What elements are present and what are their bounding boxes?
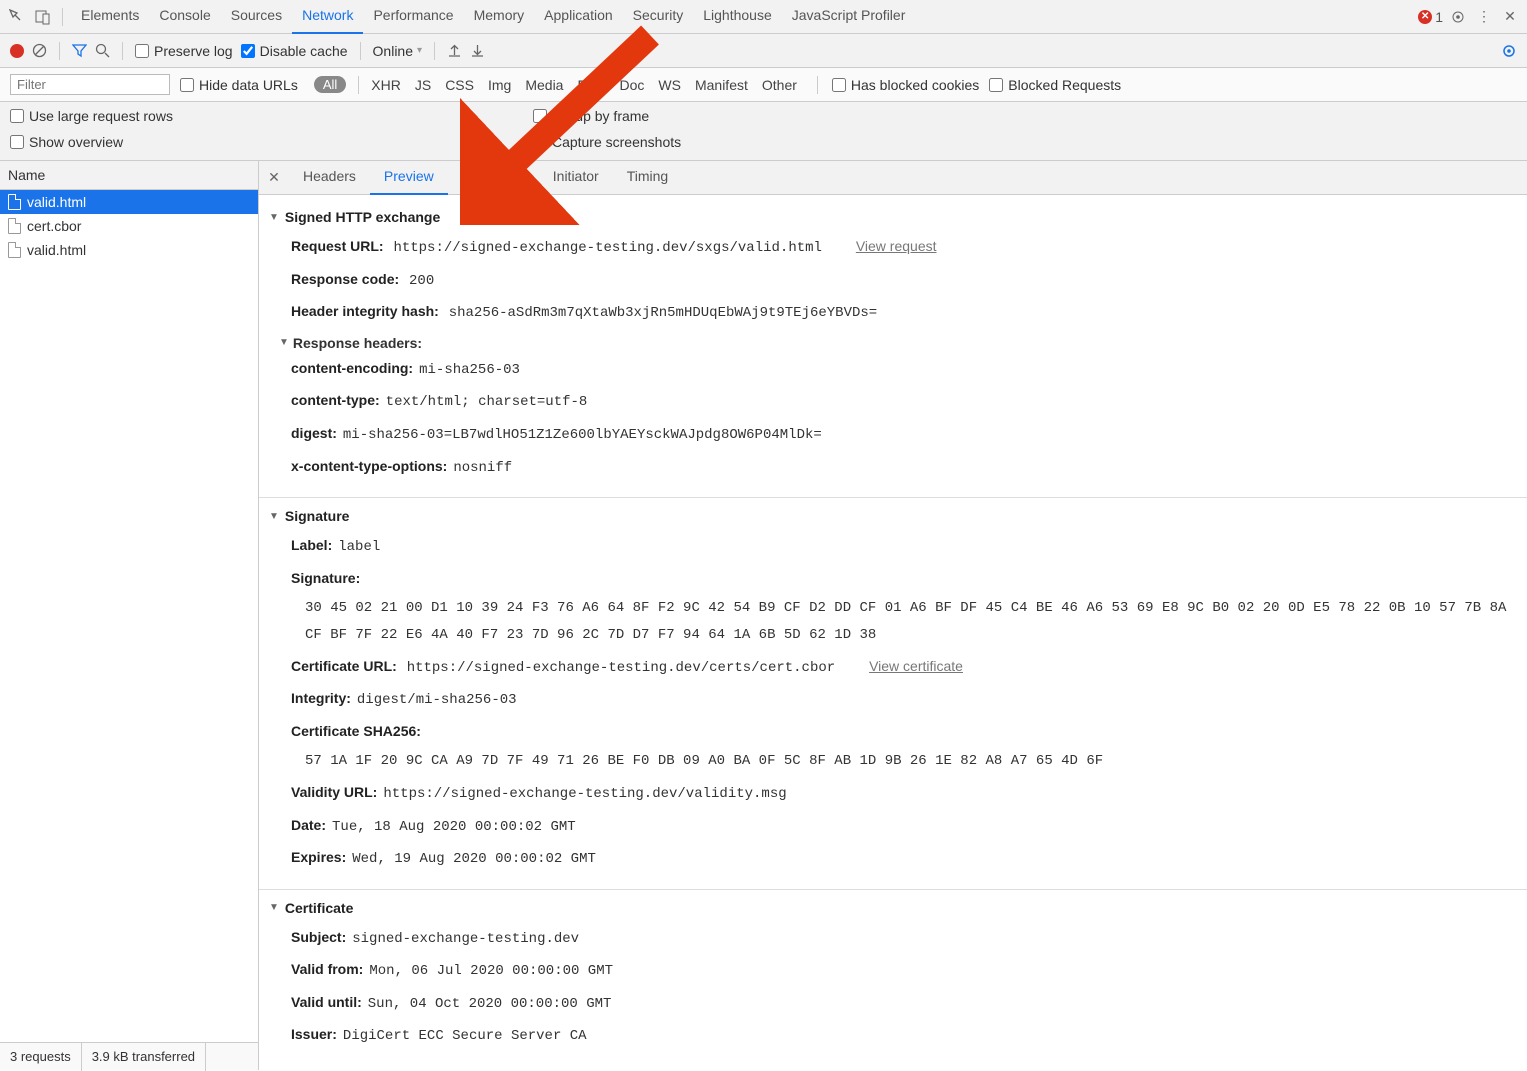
response-headers-title: Response headers: — [293, 335, 422, 351]
request-url-value: https://signed-exchange-testing.dev/sxgs… — [393, 240, 821, 256]
preserve-log-checkbox[interactable]: Preserve log — [135, 43, 233, 59]
filter-type-other[interactable]: Other — [762, 77, 797, 93]
filter-input[interactable] — [10, 74, 170, 95]
sxg-title: Signed HTTP exchange — [285, 209, 440, 225]
detail-tabs: ✕ HeadersPreviewResponseInitiatorTiming — [259, 161, 1527, 195]
device-toolbar-icon[interactable] — [32, 6, 54, 28]
filter-type-xhr[interactable]: XHR — [371, 77, 401, 93]
status-requests: 3 requests — [0, 1043, 82, 1071]
detail-tab-response[interactable]: Response — [448, 160, 539, 195]
request-row[interactable]: valid.html — [0, 238, 258, 262]
file-icon — [8, 218, 21, 234]
certificate-section: ▼ Certificate Subject:signed-exchange-te… — [259, 890, 1527, 1066]
tab-console[interactable]: Console — [149, 0, 220, 34]
response-code-value: 200 — [409, 273, 434, 289]
view-certificate-link[interactable]: View certificate — [869, 658, 963, 674]
file-icon — [8, 194, 21, 210]
import-har-icon[interactable] — [447, 43, 462, 58]
throttling-select[interactable]: Online — [373, 43, 423, 59]
header-integrity-label: Header integrity hash: — [291, 303, 439, 319]
request-url-label: Request URL: — [291, 238, 384, 254]
capture-screenshots-checkbox[interactable]: Capture screenshots — [533, 134, 681, 150]
detail-tab-initiator[interactable]: Initiator — [539, 160, 613, 195]
requests-sidebar: Name valid.html cert.cbor valid.html 3 req… — [0, 161, 259, 1070]
error-icon: ✕ — [1418, 10, 1432, 24]
detail-tab-timing[interactable]: Timing — [613, 160, 683, 195]
detail-pane: ✕ HeadersPreviewResponseInitiatorTiming … — [259, 161, 1527, 1070]
status-transferred: 3.9 kB transferred — [82, 1043, 206, 1071]
filter-bar: Hide data URLs All XHR JS CSS Img Media Font D… — [0, 68, 1527, 102]
learn-more-link[interactable]: Learn more — [470, 209, 542, 225]
filter-icon[interactable] — [72, 43, 87, 58]
record-icon[interactable] — [10, 44, 24, 58]
filter-type-img[interactable]: Img — [488, 77, 511, 93]
hide-data-urls-checkbox[interactable]: Hide data URLs — [180, 77, 298, 93]
request-name: valid.html — [27, 242, 86, 258]
response-code-label: Response code: — [291, 271, 399, 287]
request-name: valid.html — [27, 194, 86, 210]
filter-type-media[interactable]: Media — [525, 77, 563, 93]
tab-network[interactable]: Network — [292, 0, 363, 34]
request-name: cert.cbor — [27, 218, 81, 234]
filter-type-js[interactable]: JS — [415, 77, 431, 93]
file-icon — [8, 242, 21, 258]
requests-list: valid.html cert.cbor valid.html — [0, 190, 258, 1042]
main-area: Name valid.html cert.cbor valid.html 3 req… — [0, 161, 1527, 1070]
network-settings-icon[interactable] — [1501, 43, 1517, 59]
tab-sources[interactable]: Sources — [221, 0, 292, 34]
certificate-title: Certificate — [285, 900, 353, 916]
tab-memory[interactable]: Memory — [464, 0, 535, 34]
tab-javascript-profiler[interactable]: JavaScript Profiler — [782, 0, 916, 34]
request-row[interactable]: valid.html — [0, 190, 258, 214]
status-bar: 3 requests 3.9 kB transferred — [0, 1042, 258, 1070]
detail-tab-headers[interactable]: Headers — [289, 160, 370, 195]
has-blocked-cookies-checkbox[interactable]: Has blocked cookies — [832, 77, 979, 93]
detail-tab-preview[interactable]: Preview — [370, 160, 448, 195]
clear-icon[interactable] — [32, 43, 47, 58]
filter-type-font[interactable]: Font — [577, 77, 605, 93]
show-overview-checkbox[interactable]: Show overview — [10, 134, 173, 150]
network-toolbar: Preserve log Disable cache Online — [0, 34, 1527, 68]
tab-elements[interactable]: Elements — [71, 0, 149, 34]
error-count: 1 — [1435, 9, 1443, 25]
requests-header[interactable]: Name — [0, 161, 258, 190]
disable-cache-checkbox[interactable]: Disable cache — [241, 43, 348, 59]
tab-lighthouse[interactable]: Lighthouse — [693, 0, 782, 34]
view-request-link[interactable]: View request — [856, 238, 937, 254]
settings-gear-icon[interactable] — [1447, 6, 1469, 28]
devtools-top-tabs: ElementsConsoleSourcesNetworkPerformance… — [0, 0, 1527, 34]
signature-value: 30 45 02 21 00 D1 10 39 24 F3 76 A6 64 8… — [305, 595, 1517, 648]
close-devtools-icon[interactable]: ✕ — [1499, 6, 1521, 28]
error-badge[interactable]: ✕ 1 — [1418, 9, 1443, 25]
more-menu-icon[interactable]: ⋮ — [1473, 6, 1495, 28]
blocked-requests-checkbox[interactable]: Blocked Requests — [989, 77, 1121, 93]
filter-type-ws[interactable]: WS — [658, 77, 681, 93]
group-by-frame-checkbox[interactable]: Group by frame — [533, 108, 681, 124]
search-icon[interactable] — [95, 43, 110, 58]
filter-type-doc[interactable]: Doc — [619, 77, 644, 93]
collapse-icon[interactable]: ▼ — [279, 337, 289, 348]
filter-type-css[interactable]: CSS — [445, 77, 474, 93]
cert-sha256-value: 57 1A 1F 20 9C CA A9 7D 7F 49 71 26 BE F… — [305, 748, 1517, 775]
collapse-icon[interactable]: ▼ — [269, 511, 279, 522]
request-row[interactable]: cert.cbor — [0, 214, 258, 238]
signature-title: Signature — [285, 508, 350, 524]
filter-type-manifest[interactable]: Manifest — [695, 77, 748, 93]
tab-application[interactable]: Application — [534, 0, 623, 34]
filter-type-all[interactable]: All — [314, 76, 346, 93]
sxg-section: ▼ Signed HTTP exchange Learn more Reques… — [259, 199, 1527, 498]
detail-body: ▼ Signed HTTP exchange Learn more Reques… — [259, 195, 1527, 1070]
tab-security[interactable]: Security — [623, 0, 694, 34]
tab-performance[interactable]: Performance — [363, 0, 463, 34]
collapse-icon[interactable]: ▼ — [269, 212, 279, 223]
options-bar: Use large request rows Show overview Gro… — [0, 102, 1527, 161]
close-detail-icon[interactable]: ✕ — [259, 169, 289, 186]
use-large-rows-checkbox[interactable]: Use large request rows — [10, 108, 173, 124]
inspect-icon[interactable] — [6, 6, 28, 28]
header-integrity-value: sha256-aSdRm3m7qXtaWb3xjRn5mHDUqEbWAj9t9… — [449, 305, 877, 321]
separator — [62, 8, 63, 26]
collapse-icon[interactable]: ▼ — [269, 902, 279, 913]
export-har-icon[interactable] — [470, 43, 485, 58]
signature-section: ▼ Signature Label:label Signature: 30 45… — [259, 498, 1527, 890]
